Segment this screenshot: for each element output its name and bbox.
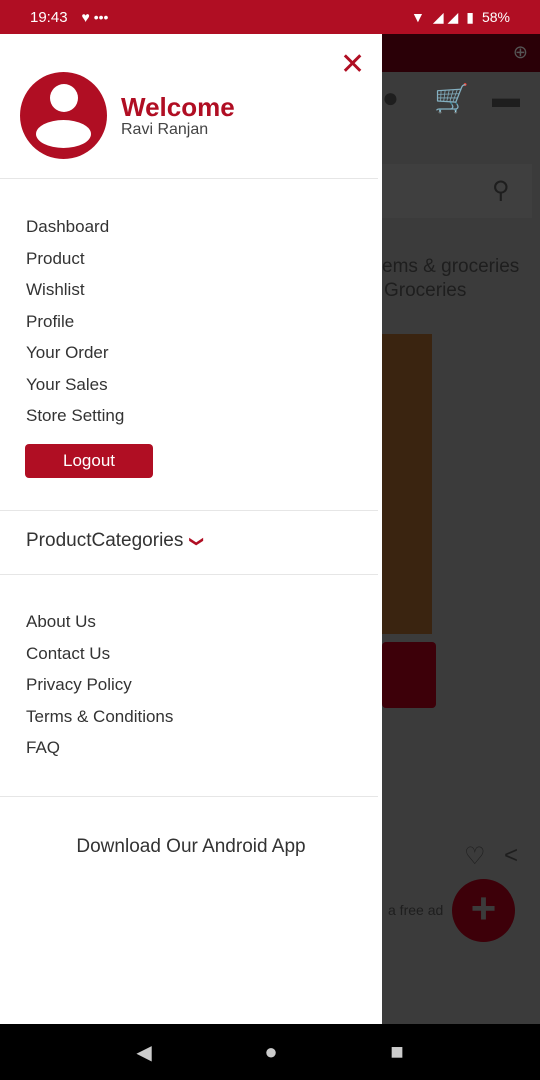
recents-icon[interactable]: ■ bbox=[390, 1039, 403, 1065]
share-icon[interactable]: < bbox=[504, 842, 518, 870]
battery-level: 58% bbox=[481, 9, 510, 25]
menu-your-sales[interactable]: Your Sales bbox=[26, 369, 124, 401]
link-privacy-policy[interactable]: Privacy Policy bbox=[26, 669, 173, 701]
welcome-title: Welcome bbox=[121, 92, 235, 122]
health-icon: ♥ ••• bbox=[81, 9, 109, 25]
status-bar: 19:43 ♥ ••• ▼ ◢ ◢ ▮ 58% bbox=[0, 0, 540, 34]
avatar bbox=[20, 72, 107, 159]
product-categories-toggle[interactable]: ProductCategories ❯ bbox=[26, 530, 206, 552]
divider bbox=[0, 510, 378, 511]
heart-icon[interactable]: ♡ bbox=[464, 842, 486, 871]
divider bbox=[0, 178, 378, 179]
divider bbox=[0, 574, 378, 575]
add-button[interactable]: + bbox=[452, 879, 515, 942]
chevron-down-icon: ❯ bbox=[189, 535, 206, 547]
info-menu: About Us Contact Us Privacy Policy Terms… bbox=[26, 606, 173, 764]
background-app: ⊕ ● 🛒 ▬ ⚲ ems & groceries Groceries ♡ < … bbox=[382, 34, 540, 1024]
link-terms[interactable]: Terms & Conditions bbox=[26, 701, 173, 733]
store-icon: ▬ bbox=[492, 82, 520, 113]
link-contact-us[interactable]: Contact Us bbox=[26, 638, 173, 670]
ad-text: a free ad bbox=[388, 902, 444, 918]
navigation-drawer: ✕ Welcome Ravi Ranjan Dashboard Product … bbox=[0, 34, 382, 1024]
main-menu: Dashboard Product Wishlist Profile Your … bbox=[26, 211, 124, 432]
account-icon: ● bbox=[382, 82, 399, 113]
menu-profile[interactable]: Profile bbox=[26, 306, 124, 338]
home-icon[interactable]: ● bbox=[264, 1039, 277, 1065]
back-icon[interactable]: ◀ bbox=[136, 1040, 151, 1065]
wifi-icon: ▼ bbox=[410, 9, 425, 25]
battery-icon: ▮ bbox=[466, 8, 474, 25]
search-icon[interactable]: ⚲ bbox=[492, 176, 510, 205]
menu-your-order[interactable]: Your Order bbox=[26, 337, 124, 369]
logout-button[interactable]: Logout bbox=[25, 444, 153, 478]
cart-icon: 🛒 bbox=[434, 83, 469, 114]
category-text-2: Groceries bbox=[384, 280, 467, 301]
menu-store-setting[interactable]: Store Setting bbox=[26, 400, 124, 432]
menu-product[interactable]: Product bbox=[26, 243, 124, 275]
globe-icon: ⊕ bbox=[512, 42, 528, 62]
download-app-link[interactable]: Download Our Android App bbox=[0, 836, 382, 858]
android-nav-bar: ◀ ● ■ bbox=[0, 1024, 540, 1080]
product-categories-label: ProductCategories bbox=[26, 530, 184, 551]
link-faq[interactable]: FAQ bbox=[26, 732, 173, 764]
status-time: 19:43 bbox=[30, 8, 68, 26]
divider bbox=[0, 796, 378, 797]
link-about-us[interactable]: About Us bbox=[26, 606, 173, 638]
user-name: Ravi Ranjan bbox=[121, 121, 209, 138]
category-text: ems & groceries bbox=[382, 256, 520, 277]
product-logo bbox=[382, 642, 436, 708]
signal-icon: ◢ ◢ bbox=[432, 8, 459, 25]
menu-dashboard[interactable]: Dashboard bbox=[26, 211, 124, 243]
menu-wishlist[interactable]: Wishlist bbox=[26, 274, 124, 306]
product-image bbox=[382, 334, 432, 634]
close-icon[interactable]: ✕ bbox=[340, 50, 365, 80]
